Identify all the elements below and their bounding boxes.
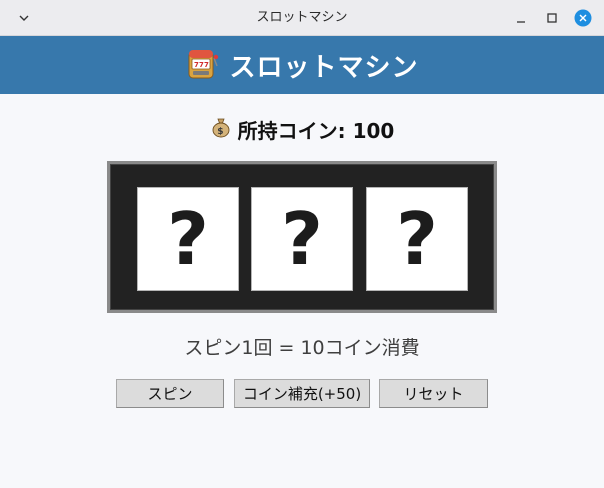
- app-title: スロットマシン: [229, 52, 419, 83]
- app-header: 7 7 7 スロットマシン: [0, 36, 604, 94]
- coin-display: $ 所持コイン: 100: [0, 114, 604, 144]
- spin-cost-text: スピン1回 = 10コイン消費: [184, 337, 420, 359]
- svg-text:$: $: [217, 127, 223, 137]
- coin-count: 所持コイン: 100: [237, 118, 395, 143]
- refill-coins-button[interactable]: コイン補充(+50): [234, 379, 370, 408]
- reel-1: ?: [137, 187, 239, 291]
- window-titlebar: スロットマシン: [0, 0, 604, 36]
- close-icon[interactable]: [574, 9, 592, 27]
- svg-text:7: 7: [204, 61, 209, 69]
- money-bag-icon: $: [210, 116, 232, 142]
- spin-button[interactable]: スピン: [116, 379, 224, 408]
- reel-panel: ? ? ?: [107, 161, 497, 313]
- slot-machine-icon: 7 7 7: [185, 46, 219, 84]
- maximize-icon[interactable]: [543, 9, 561, 27]
- minimize-icon[interactable]: [512, 9, 530, 27]
- reel-2: ?: [251, 187, 353, 291]
- reel-3: ?: [366, 187, 468, 291]
- reset-button[interactable]: リセット: [379, 379, 488, 408]
